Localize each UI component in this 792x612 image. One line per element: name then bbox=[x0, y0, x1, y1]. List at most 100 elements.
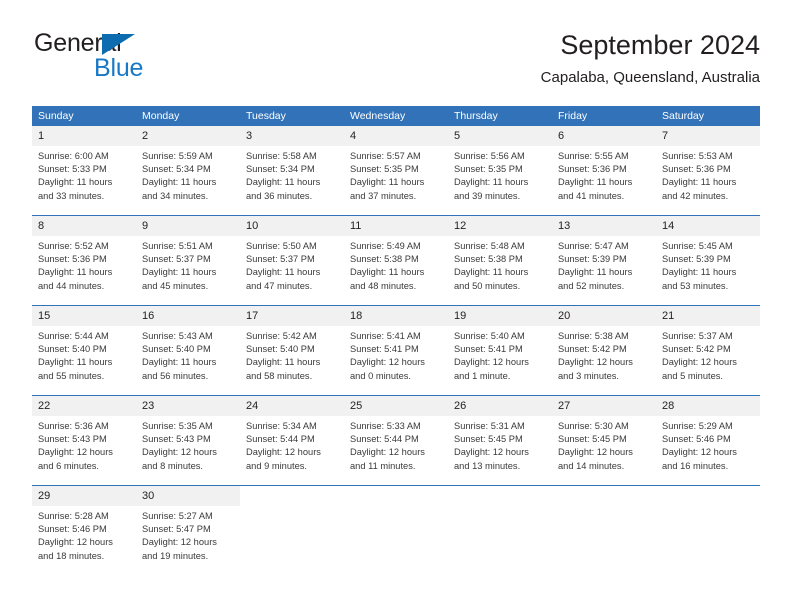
calendar-body: 1 Sunrise: 6:00 AM Sunset: 5:33 PM Daylight… bbox=[32, 126, 760, 575]
calendar-day-cell[interactable]: 12 Sunrise: 5:48 AM Sunset: 5:38 PM Dayligh… bbox=[448, 215, 552, 306]
daylight-text-line2: and 8 minutes. bbox=[142, 460, 203, 471]
sunset-text: Sunset: 5:43 PM bbox=[38, 434, 107, 445]
day-number: 27 bbox=[552, 396, 656, 416]
daylight-text-line1: Daylight: 11 hours bbox=[142, 177, 217, 188]
calendar-day-cell[interactable]: 7 Sunrise: 5:53 AM Sunset: 5:36 PM Daylight… bbox=[656, 126, 760, 216]
calendar-day-cell[interactable]: 30 Sunrise: 5:27 AM Sunset: 5:47 PM Dayligh… bbox=[136, 485, 240, 575]
daylight-text-line2: and 14 minutes. bbox=[558, 460, 625, 471]
day-cell-inner: 3 Sunrise: 5:58 AM Sunset: 5:34 PM Daylight… bbox=[240, 126, 344, 215]
daylight-text-line2: and 47 minutes. bbox=[246, 280, 313, 291]
daylight-text-line2: and 37 minutes. bbox=[350, 190, 417, 201]
weekday-header-tuesday: Tuesday bbox=[240, 106, 344, 126]
sunrise-text: Sunrise: 5:47 AM bbox=[558, 241, 629, 251]
day-number: 8 bbox=[32, 216, 136, 236]
title-block: September 2024 Capalaba, Queensland, Aus… bbox=[541, 28, 760, 89]
day-details: Sunrise: 5:33 AM Sunset: 5:44 PM Daylight:… bbox=[344, 416, 448, 473]
calendar-day-cell[interactable]: 17 Sunrise: 5:42 AM Sunset: 5:40 PM Dayligh… bbox=[240, 305, 344, 396]
weekday-header-wednesday: Wednesday bbox=[344, 106, 448, 126]
day-cell-inner: 15 Sunrise: 5:44 AM Sunset: 5:40 PM Dayligh… bbox=[32, 306, 136, 395]
calendar-day-cell[interactable]: 4 Sunrise: 5:57 AM Sunset: 5:35 PM Daylight… bbox=[344, 126, 448, 216]
calendar-day-cell bbox=[552, 485, 656, 575]
daylight-text-line1: Daylight: 12 hours bbox=[662, 357, 737, 368]
sunset-text: Sunset: 5:44 PM bbox=[350, 434, 419, 445]
calendar-day-cell[interactable]: 9 Sunrise: 5:51 AM Sunset: 5:37 PM Daylight… bbox=[136, 215, 240, 306]
calendar-day-cell[interactable]: 20 Sunrise: 5:38 AM Sunset: 5:42 PM Dayligh… bbox=[552, 305, 656, 396]
day-cell-inner bbox=[448, 486, 552, 575]
calendar-day-cell[interactable]: 22 Sunrise: 5:36 AM Sunset: 5:43 PM Dayligh… bbox=[32, 395, 136, 486]
calendar-day-cell[interactable]: 10 Sunrise: 5:50 AM Sunset: 5:37 PM Dayligh… bbox=[240, 215, 344, 306]
calendar-day-cell[interactable]: 14 Sunrise: 5:45 AM Sunset: 5:39 PM Dayligh… bbox=[656, 215, 760, 306]
day-cell-inner: 8 Sunrise: 5:52 AM Sunset: 5:36 PM Daylight… bbox=[32, 216, 136, 305]
calendar-day-cell[interactable]: 18 Sunrise: 5:41 AM Sunset: 5:41 PM Dayligh… bbox=[344, 305, 448, 396]
day-cell-inner: 18 Sunrise: 5:41 AM Sunset: 5:41 PM Dayligh… bbox=[344, 306, 448, 395]
calendar-day-cell[interactable]: 1 Sunrise: 6:00 AM Sunset: 5:33 PM Daylight… bbox=[32, 126, 136, 216]
calendar-day-cell[interactable]: 15 Sunrise: 5:44 AM Sunset: 5:40 PM Dayligh… bbox=[32, 305, 136, 396]
day-details: Sunrise: 5:38 AM Sunset: 5:42 PM Daylight:… bbox=[552, 326, 656, 383]
calendar-day-cell[interactable]: 8 Sunrise: 5:52 AM Sunset: 5:36 PM Daylight… bbox=[32, 215, 136, 306]
daylight-text-line2: and 5 minutes. bbox=[662, 370, 723, 381]
daylight-text-line2: and 9 minutes. bbox=[246, 460, 307, 471]
day-cell-inner: 7 Sunrise: 5:53 AM Sunset: 5:36 PM Daylight… bbox=[656, 126, 760, 215]
calendar-day-cell[interactable]: 25 Sunrise: 5:33 AM Sunset: 5:44 PM Dayligh… bbox=[344, 395, 448, 486]
sunset-text: Sunset: 5:47 PM bbox=[142, 524, 211, 535]
day-cell-inner: 17 Sunrise: 5:42 AM Sunset: 5:40 PM Dayligh… bbox=[240, 306, 344, 395]
calendar-page: General Blue September 2024 Capalaba, Qu… bbox=[0, 0, 792, 612]
day-number: 7 bbox=[656, 126, 760, 146]
sunset-text: Sunset: 5:37 PM bbox=[142, 254, 211, 265]
weekday-header-monday: Monday bbox=[136, 106, 240, 126]
sunrise-text: Sunrise: 5:41 AM bbox=[350, 331, 421, 341]
day-cell-inner: 19 Sunrise: 5:40 AM Sunset: 5:41 PM Dayligh… bbox=[448, 306, 552, 395]
day-details: Sunrise: 5:44 AM Sunset: 5:40 PM Daylight:… bbox=[32, 326, 136, 383]
day-details: Sunrise: 5:36 AM Sunset: 5:43 PM Daylight:… bbox=[32, 416, 136, 473]
day-details: Sunrise: 5:52 AM Sunset: 5:36 PM Daylight:… bbox=[32, 236, 136, 293]
day-details: Sunrise: 5:37 AM Sunset: 5:42 PM Daylight:… bbox=[656, 326, 760, 383]
day-details: Sunrise: 5:40 AM Sunset: 5:41 PM Daylight:… bbox=[448, 326, 552, 383]
daylight-text-line1: Daylight: 11 hours bbox=[454, 177, 529, 188]
calendar-day-cell[interactable]: 27 Sunrise: 5:30 AM Sunset: 5:45 PM Dayligh… bbox=[552, 395, 656, 486]
calendar-day-cell[interactable]: 16 Sunrise: 5:43 AM Sunset: 5:40 PM Dayligh… bbox=[136, 305, 240, 396]
sunrise-text: Sunrise: 5:38 AM bbox=[558, 331, 629, 341]
day-number bbox=[448, 486, 552, 506]
day-details: Sunrise: 5:31 AM Sunset: 5:45 PM Daylight:… bbox=[448, 416, 552, 473]
calendar-week-row: 1 Sunrise: 6:00 AM Sunset: 5:33 PM Daylight… bbox=[32, 126, 760, 216]
day-cell-inner bbox=[344, 486, 448, 575]
daylight-text-line2: and 52 minutes. bbox=[558, 280, 625, 291]
calendar-day-cell[interactable]: 29 Sunrise: 5:28 AM Sunset: 5:46 PM Dayligh… bbox=[32, 485, 136, 575]
day-number: 2 bbox=[136, 126, 240, 146]
sunrise-text: Sunrise: 5:52 AM bbox=[38, 241, 109, 251]
general-blue-logo[interactable]: General Blue bbox=[32, 28, 262, 90]
daylight-text-line1: Daylight: 12 hours bbox=[38, 447, 113, 458]
sunset-text: Sunset: 5:46 PM bbox=[662, 434, 731, 445]
day-number bbox=[240, 486, 344, 506]
weekday-header-thursday: Thursday bbox=[448, 106, 552, 126]
calendar-day-cell[interactable]: 24 Sunrise: 5:34 AM Sunset: 5:44 PM Dayligh… bbox=[240, 395, 344, 486]
calendar-day-cell[interactable]: 21 Sunrise: 5:37 AM Sunset: 5:42 PM Dayligh… bbox=[656, 305, 760, 396]
sunrise-text: Sunrise: 5:31 AM bbox=[454, 421, 525, 431]
day-details: Sunrise: 5:35 AM Sunset: 5:43 PM Daylight:… bbox=[136, 416, 240, 473]
daylight-text-line2: and 19 minutes. bbox=[142, 550, 209, 561]
daylight-text-line2: and 45 minutes. bbox=[142, 280, 209, 291]
calendar-day-cell[interactable]: 28 Sunrise: 5:29 AM Sunset: 5:46 PM Dayligh… bbox=[656, 395, 760, 486]
calendar-day-cell[interactable]: 2 Sunrise: 5:59 AM Sunset: 5:34 PM Daylight… bbox=[136, 126, 240, 216]
daylight-text-line1: Daylight: 12 hours bbox=[142, 537, 217, 548]
day-cell-inner: 28 Sunrise: 5:29 AM Sunset: 5:46 PM Dayligh… bbox=[656, 396, 760, 485]
weekday-header-sunday: Sunday bbox=[32, 106, 136, 126]
day-details: Sunrise: 5:50 AM Sunset: 5:37 PM Daylight:… bbox=[240, 236, 344, 293]
sunrise-text: Sunrise: 5:40 AM bbox=[454, 331, 525, 341]
day-details: Sunrise: 5:59 AM Sunset: 5:34 PM Daylight:… bbox=[136, 146, 240, 203]
daylight-text-line2: and 1 minute. bbox=[454, 370, 511, 381]
sunset-text: Sunset: 5:36 PM bbox=[38, 254, 107, 265]
day-number: 10 bbox=[240, 216, 344, 236]
calendar-day-cell[interactable]: 5 Sunrise: 5:56 AM Sunset: 5:35 PM Daylight… bbox=[448, 126, 552, 216]
calendar-day-cell[interactable]: 6 Sunrise: 5:55 AM Sunset: 5:36 PM Daylight… bbox=[552, 126, 656, 216]
daylight-text-line1: Daylight: 11 hours bbox=[350, 177, 425, 188]
day-details: Sunrise: 5:49 AM Sunset: 5:38 PM Daylight:… bbox=[344, 236, 448, 293]
calendar-day-cell[interactable]: 11 Sunrise: 5:49 AM Sunset: 5:38 PM Dayligh… bbox=[344, 215, 448, 306]
day-details: Sunrise: 5:43 AM Sunset: 5:40 PM Daylight:… bbox=[136, 326, 240, 383]
calendar-day-cell[interactable]: 19 Sunrise: 5:40 AM Sunset: 5:41 PM Dayligh… bbox=[448, 305, 552, 396]
calendar-day-cell[interactable]: 23 Sunrise: 5:35 AM Sunset: 5:43 PM Dayligh… bbox=[136, 395, 240, 486]
day-number: 23 bbox=[136, 396, 240, 416]
calendar-day-cell[interactable]: 3 Sunrise: 5:58 AM Sunset: 5:34 PM Daylight… bbox=[240, 126, 344, 216]
calendar-day-cell[interactable]: 13 Sunrise: 5:47 AM Sunset: 5:39 PM Dayligh… bbox=[552, 215, 656, 306]
calendar-day-cell[interactable]: 26 Sunrise: 5:31 AM Sunset: 5:45 PM Dayligh… bbox=[448, 395, 552, 486]
